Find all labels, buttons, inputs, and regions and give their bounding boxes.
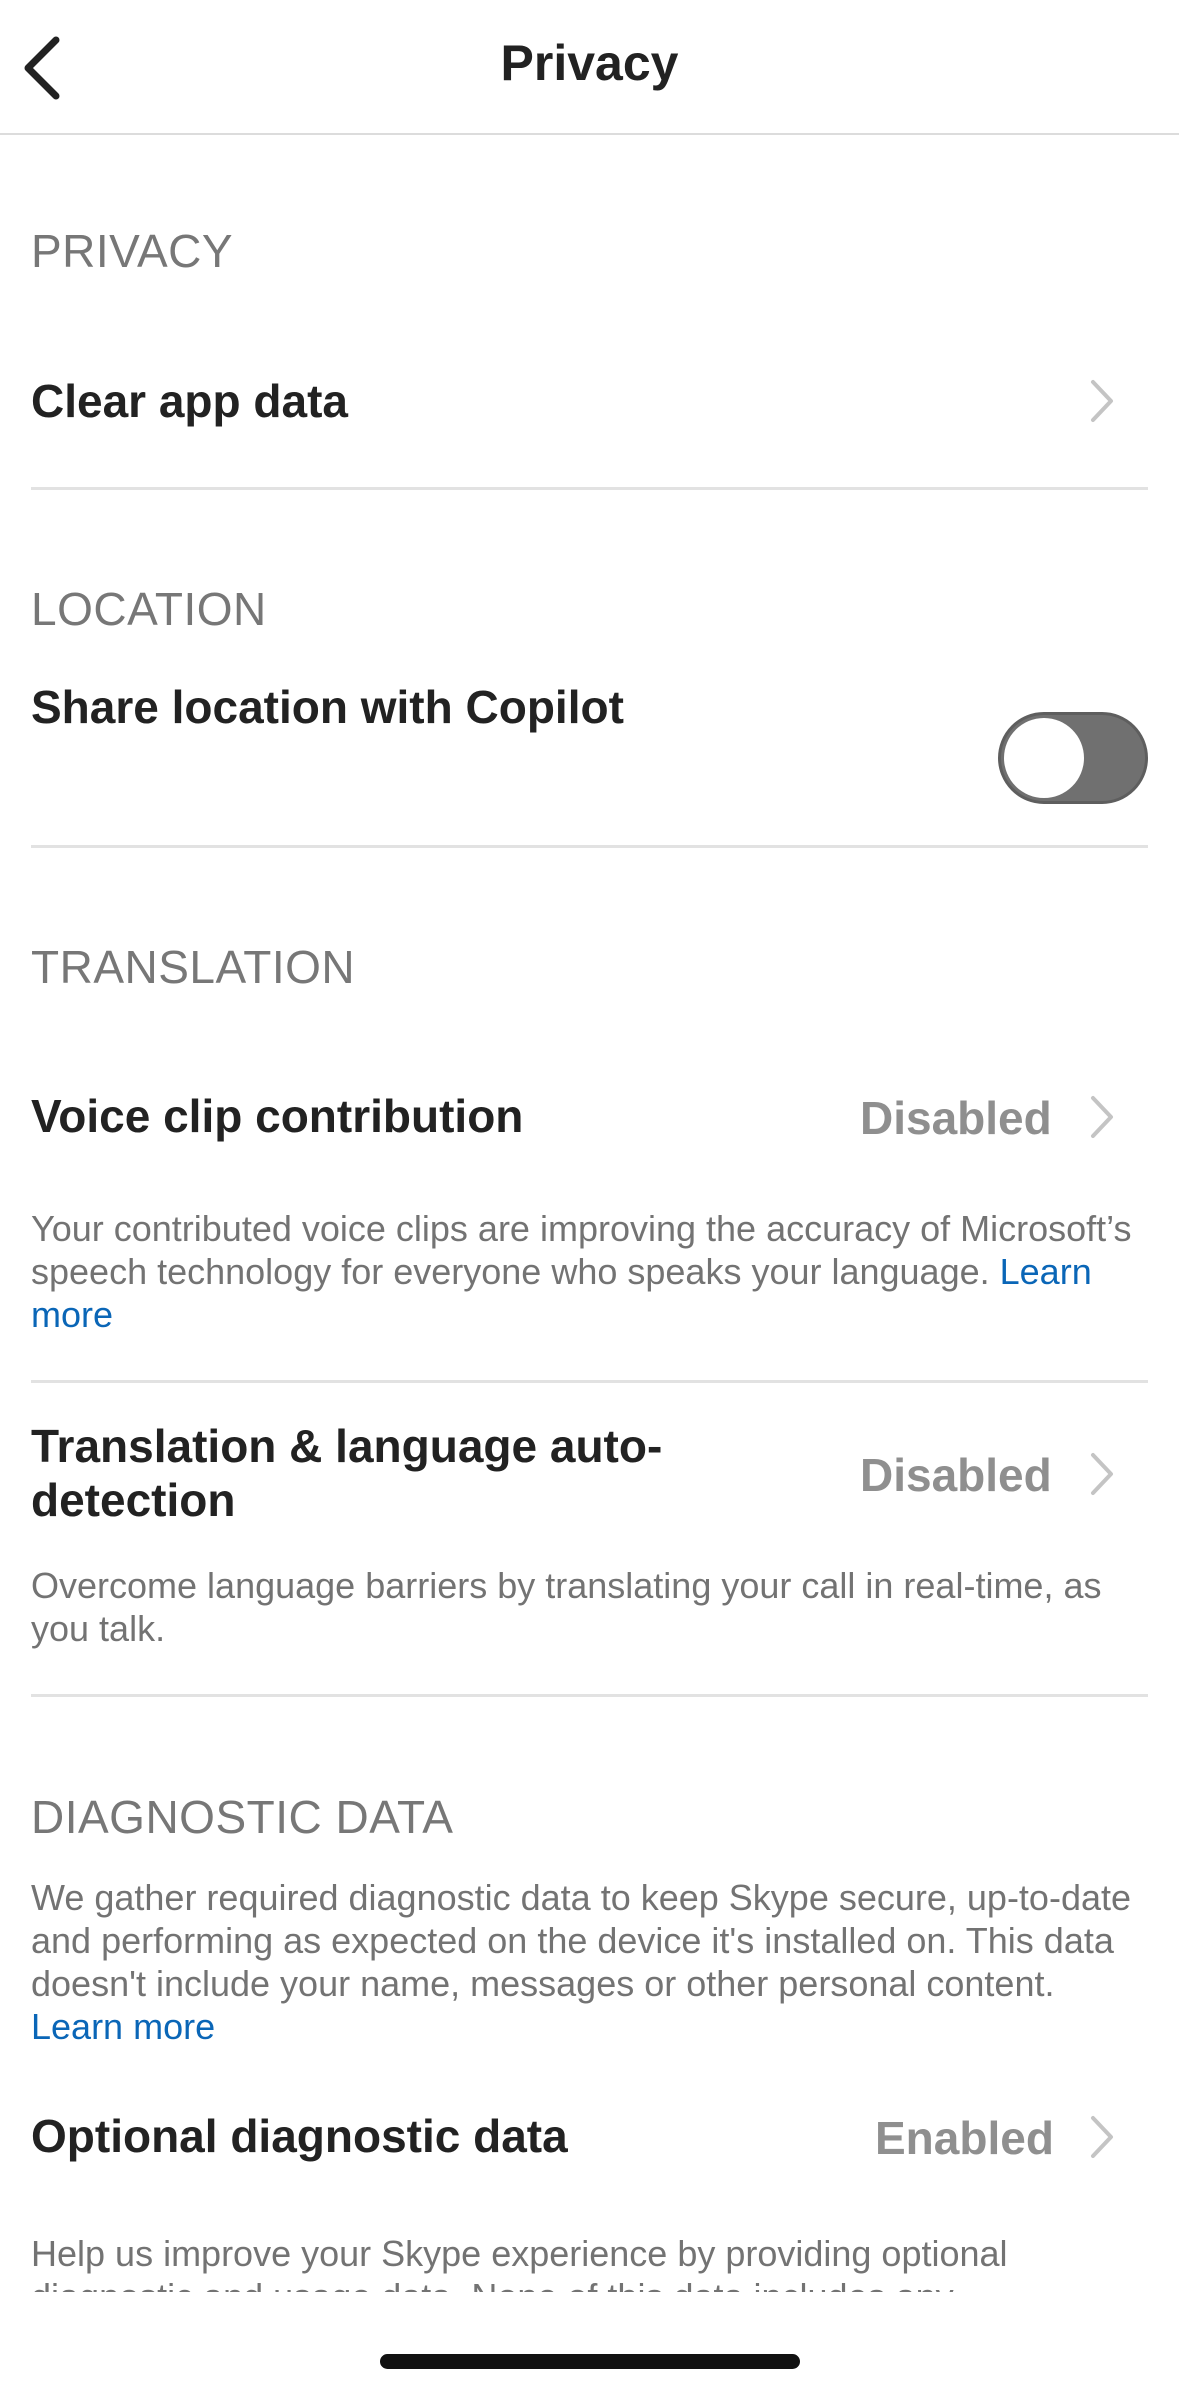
section-header-diagnostic: DIAGNOSTIC DATA	[31, 1791, 454, 1843]
divider	[31, 1694, 1148, 1697]
scroll-clip: Help us improve your Skype experience by…	[0, 2230, 1179, 2292]
share-location-label: Share location with Copilot	[31, 681, 624, 733]
section-header-privacy: PRIVACY	[31, 225, 234, 277]
optional-diagnostic-status: Enabled	[875, 2112, 1054, 2164]
voice-clip-desc-text: Your contributed voice clips are improvi…	[31, 1208, 1132, 1292]
clear-app-data-label: Clear app data	[31, 375, 348, 427]
diagnostic-desc-text: We gather required diagnostic data to ke…	[31, 1877, 1132, 2004]
toggle-knob	[1004, 718, 1084, 798]
home-indicator[interactable]	[380, 2354, 800, 2369]
divider	[31, 1380, 1148, 1383]
diagnostic-description: We gather required diagnostic data to ke…	[31, 1876, 1151, 2048]
page-title: Privacy	[500, 35, 679, 91]
optional-diagnostic-label: Optional diagnostic data	[31, 2110, 568, 2162]
chevron-right-icon	[1091, 2116, 1113, 2158]
voice-clip-description: Your contributed voice clips are improvi…	[31, 1207, 1151, 1336]
divider	[31, 845, 1148, 848]
chevron-right-icon	[1091, 380, 1113, 422]
section-header-location: LOCATION	[31, 583, 267, 635]
divider	[31, 487, 1148, 490]
translation-auto-status: Disabled	[860, 1449, 1052, 1501]
translation-auto-label-line2: detection	[31, 1474, 236, 1526]
voice-clip-label: Voice clip contribution	[31, 1090, 524, 1142]
section-header-translation: TRANSLATION	[31, 941, 356, 993]
voice-clip-status: Disabled	[860, 1092, 1052, 1144]
share-location-toggle[interactable]	[998, 712, 1148, 804]
chevron-right-icon	[1091, 1453, 1113, 1495]
optional-diagnostic-description: Help us improve your Skype experience by…	[31, 2233, 1008, 2292]
translation-auto-label-line1: Translation & language auto-	[31, 1420, 663, 1472]
diagnostic-learn-more-link[interactable]: Learn more	[31, 2006, 215, 2047]
translation-auto-description: Overcome language barriers by translatin…	[31, 1565, 1102, 1649]
chevron-right-icon	[1091, 1096, 1113, 1138]
nav-header: Privacy	[0, 0, 1179, 135]
